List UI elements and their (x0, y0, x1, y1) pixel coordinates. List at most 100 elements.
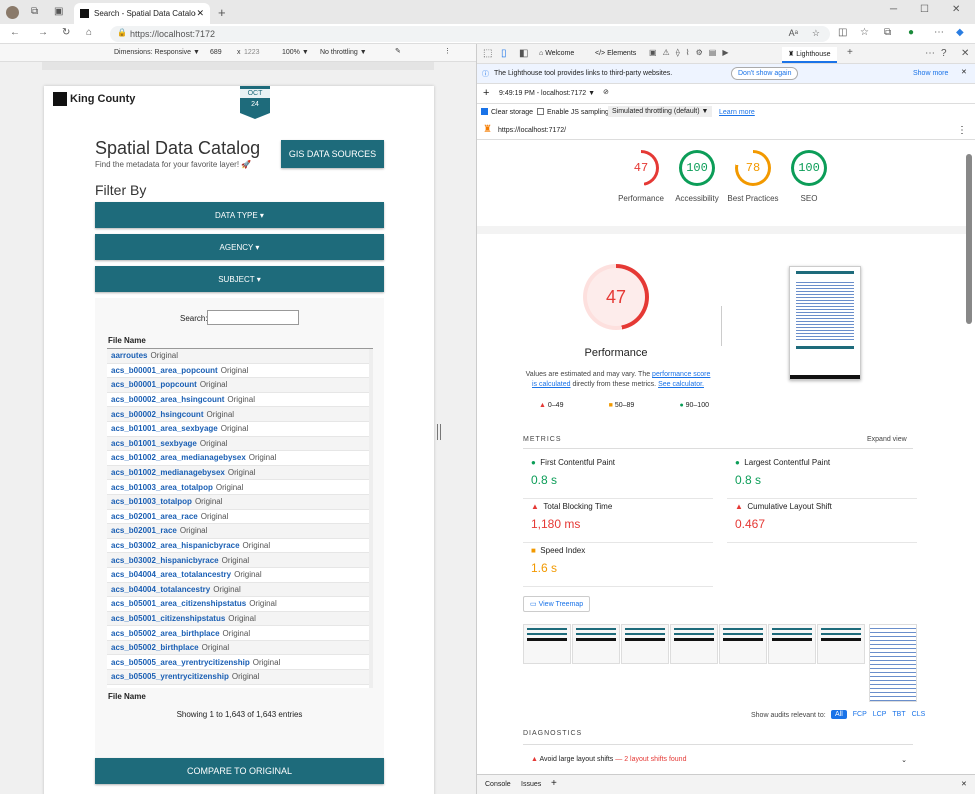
filter-subject[interactable]: SUBJECT ▾ (95, 266, 384, 292)
dont-show-again-button[interactable]: Don't show again (731, 67, 799, 80)
file-name-link[interactable]: acs_b01002_medianagebysex (111, 468, 225, 477)
add-tab-icon[interactable]: + (847, 47, 853, 58)
height-input[interactable]: 1223 (244, 49, 260, 56)
throttle-select[interactable]: Simulated throttling (default) ▼ (608, 106, 713, 117)
table-row[interactable]: acs_b00002_hsingcount Original (107, 407, 373, 422)
drawer-tab-console[interactable]: Console (485, 781, 511, 788)
resize-handle[interactable] (437, 424, 441, 440)
drawer-tab-issues[interactable]: Issues (521, 781, 541, 788)
file-name-link[interactable]: aarroutes (111, 351, 147, 360)
file-name-link[interactable]: acs_b00002_area_hsingcount (111, 395, 224, 404)
see-calculator-link[interactable]: See calculator. (658, 381, 704, 388)
expand-view-link[interactable]: Expand view (867, 436, 907, 443)
home-icon[interactable]: ⌂ (86, 27, 92, 38)
table-row[interactable]: acs_b01001_sexbyage Original (107, 436, 373, 452)
file-name-link[interactable]: acs_b00001_popcount (111, 380, 197, 389)
table-row[interactable]: acs_b00001_area_popcount Original (107, 364, 373, 379)
search-input[interactable] (207, 310, 299, 325)
compare-button[interactable]: COMPARE TO ORIGINAL (95, 758, 384, 784)
clear-storage-checkbox[interactable] (481, 108, 488, 115)
minimize-icon[interactable]: ─ (890, 4, 897, 15)
workspaces-icon[interactable]: ⧉ (31, 6, 38, 17)
rotate-icon[interactable]: ✎ (395, 47, 401, 55)
inspect-icon[interactable]: ⬚ (483, 48, 492, 59)
favorites-icon[interactable]: ☆ (860, 27, 869, 38)
file-name-link[interactable]: acs_b00002_hsingcount (111, 410, 203, 419)
drawer-add-icon[interactable]: + (551, 778, 557, 789)
file-name-link[interactable]: acs_b01001_sexbyage (111, 439, 197, 448)
file-name-link[interactable]: acs_b05002_birthplace (111, 643, 199, 652)
close-devtools-icon[interactable]: ✕ (961, 48, 969, 59)
scrollbar-thumb[interactable] (966, 154, 972, 324)
tab-elements[interactable]: </> Elements (595, 50, 636, 57)
audit-filter-all[interactable]: All (831, 710, 847, 719)
file-name-link[interactable]: acs_b04004_area_totalancestry (111, 570, 231, 579)
table-row[interactable]: acs_b02001_race Original (107, 524, 373, 539)
throttling-select[interactable]: No throttling ▼ (320, 49, 367, 56)
file-name-link[interactable]: acs_b01003_totalpop (111, 497, 192, 506)
tab-welcome[interactable]: ⌂ Welcome (539, 50, 574, 57)
file-name-link[interactable]: acs_b02001_race (111, 526, 177, 535)
js-sampling-checkbox[interactable] (537, 108, 544, 115)
table-row[interactable]: acs_b00001_popcount Original (107, 378, 373, 393)
forward-icon[interactable]: → (38, 27, 48, 38)
scrollbar[interactable] (369, 349, 373, 688)
table-row[interactable]: acs_b00002_area_hsingcount Original (107, 393, 373, 408)
read-aloud-icon[interactable]: Aᵃ (789, 28, 798, 38)
table-row[interactable]: acs_b04004_area_totalancestry Original (107, 568, 373, 583)
tab-actions-icon[interactable]: ▣ (54, 6, 63, 17)
file-name-link[interactable]: acs_b00001_area_popcount (111, 366, 218, 375)
audit-filter-cls[interactable]: CLS (912, 710, 926, 719)
table-row[interactable]: acs_b05001_area_citizenshipstatus Origina… (107, 597, 373, 612)
audit-filter-lcp[interactable]: LCP (873, 710, 887, 719)
device-more-icon[interactable]: ⋮ (444, 47, 451, 55)
zoom-select[interactable]: 100% ▼ (282, 49, 309, 56)
file-name-link[interactable]: acs_b04004_totalancestry (111, 585, 210, 594)
column-header-file-name[interactable]: File Name (108, 336, 146, 345)
table-row[interactable]: acs_b01002_medianagebysex Original (107, 465, 373, 481)
toolbar-icons[interactable]: ▣⚠⟠⌇⚙▤▶ (649, 48, 734, 57)
file-name-link[interactable]: acs_b01001_area_sexbyage (111, 424, 218, 433)
audit-filter-tbt[interactable]: TBT (892, 710, 905, 719)
extension-icon[interactable]: ● (908, 27, 914, 38)
table-row[interactable]: acs_b01002_area_medianagebysex Original (107, 451, 373, 466)
favorite-icon[interactable]: ☆ (812, 28, 820, 39)
filter-data-type[interactable]: DATA TYPE ▾ (95, 202, 384, 228)
dimensions-select[interactable]: Dimensions: Responsive ▼ (114, 49, 200, 56)
filter-agency[interactable]: AGENCY ▾ (95, 234, 384, 260)
file-name-link[interactable]: acs_b01002_area_medianagebysex (111, 453, 246, 462)
file-name-link[interactable]: acs_b05005_yrentrycitizenship (111, 672, 229, 681)
audit-filter-fcp[interactable]: FCP (853, 710, 867, 719)
new-tab-icon[interactable]: + (218, 5, 226, 20)
profile-avatar[interactable] (6, 6, 19, 19)
score-gauge-performance[interactable]: 47 (623, 150, 659, 186)
file-name-link[interactable]: acs_b05001_citizenshipstatus (111, 614, 225, 623)
table-row[interactable]: acs_b05005_area_yrentrycitizenship Origin… (107, 655, 373, 671)
back-icon[interactable]: ← (10, 27, 20, 38)
report-menu-icon[interactable]: ⋮ (957, 125, 967, 136)
file-name-link[interactable]: acs_b03002_hispanicbyrace (111, 556, 219, 565)
file-name-link[interactable]: acs_b05001_area_citizenshipstatus (111, 599, 246, 608)
close-drawer-icon[interactable]: ✕ (961, 780, 967, 788)
clear-icon[interactable]: ⊘ (603, 88, 609, 96)
table-row[interactable]: acs_b02001_area_race Original (107, 510, 373, 525)
report-url[interactable]: https://localhost:7172/ (498, 127, 566, 134)
tab-lighthouse[interactable]: ♜ Lighthouse (782, 47, 837, 63)
url-field[interactable]: 🔒 https://localhost:7172 Aᵃ ☆ (110, 26, 830, 42)
table-row[interactable]: acs_b01003_area_totalpop Original (107, 480, 373, 495)
file-name-link[interactable]: acs_b01003_area_totalpop (111, 483, 213, 492)
close-window-icon[interactable]: ✕ (952, 4, 960, 15)
final-screenshot-thumbnail[interactable] (789, 266, 861, 380)
file-name-link[interactable]: acs_b03002_area_hispanicbyrace (111, 541, 240, 550)
help-icon[interactable]: ? (941, 48, 947, 59)
table-row[interactable]: acs_b03002_area_hispanicbyrace Original (107, 539, 373, 554)
table-row[interactable]: aarroutes Original (107, 349, 373, 364)
file-name-link[interactable]: acs_b05005_area_yrentrycitizenship (111, 658, 250, 667)
refresh-icon[interactable]: ↻ (62, 27, 70, 38)
learn-more-link[interactable]: Learn more (719, 109, 755, 116)
file-name-link[interactable]: acs_b05002_area_birthplace (111, 629, 220, 638)
device-toggle-icon[interactable]: ▯ (501, 48, 507, 59)
edge-copilot-icon[interactable]: ◆ (956, 27, 964, 38)
report-select[interactable]: 9:49:19 PM - localhost:7172 ▼ (499, 90, 595, 97)
table-body[interactable]: aarroutes Original acs_b00001_area_popcoun… (107, 348, 373, 688)
